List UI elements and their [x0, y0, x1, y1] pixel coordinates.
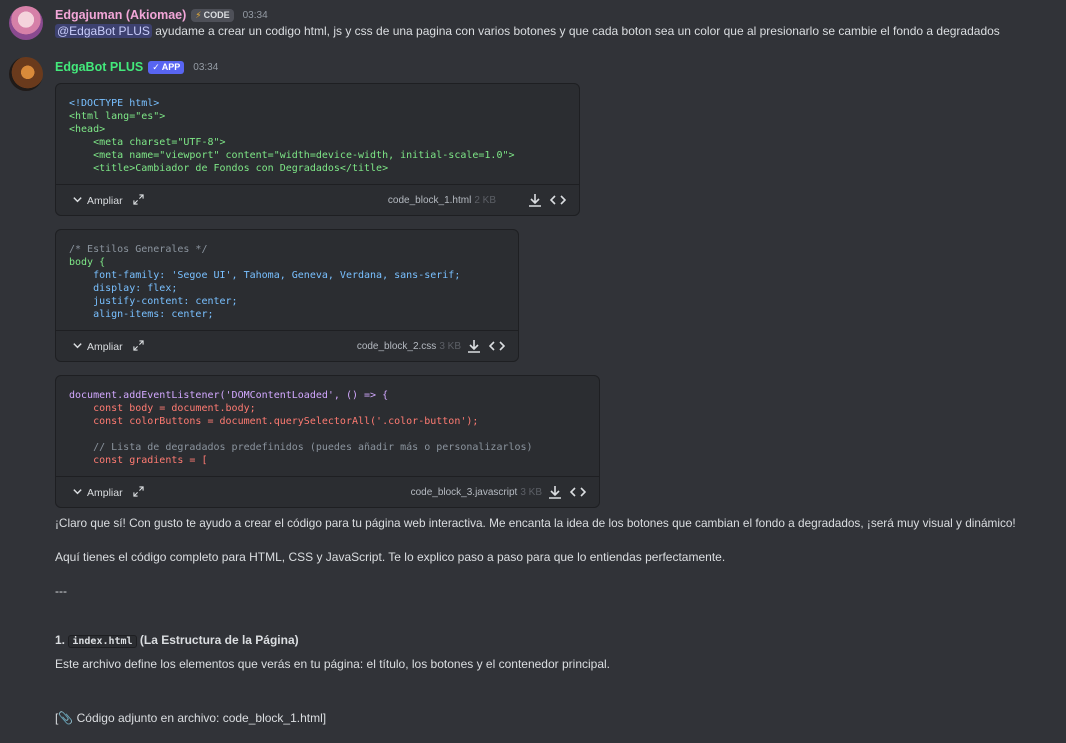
code-block: <!DOCTYPE html> <html lang="es"> <head> … [55, 83, 580, 216]
code-block-footer: Ampliar code_block_3.javascript 3 KB [56, 476, 599, 507]
username[interactable]: EdgaBot PLUS [55, 60, 143, 74]
expand-label: Ampliar [87, 341, 123, 353]
response-paragraph: Aquí tienes el código completo para HTML… [55, 550, 726, 564]
chevron-down-icon [72, 486, 83, 500]
code-icon[interactable] [569, 483, 587, 501]
code-block: /* Estilos Generales */ body { font-fami… [55, 229, 519, 362]
message-header: EdgaBot PLUS ✓ APP 03:34 [55, 60, 218, 74]
code-content: document.addEventListener('DOMContentLoa… [69, 390, 533, 466]
code-content: <!DOCTYPE html> <html lang="es"> <head> … [69, 98, 515, 174]
response-paragraph: ¡Claro que sí! Con gusto te ayudo a crea… [55, 516, 1016, 530]
message-header: Edgajuman (Akiomae) ⚡ CODE 03:34 [55, 8, 268, 22]
attachment-note: [📎 Código adjunto en archivo: code_block… [55, 711, 327, 725]
expand-icon [132, 340, 144, 354]
chevron-down-icon [72, 340, 83, 354]
expand-icon [132, 486, 144, 500]
badge-label: APP [161, 62, 181, 72]
code-badge[interactable]: ⚡ CODE [191, 8, 234, 22]
expand-label: Ampliar [87, 487, 123, 499]
message-text: @EdgaBot PLUS ayudame a crear un codigo … [55, 24, 1000, 38]
code-block: document.addEventListener('DOMContentLoa… [55, 375, 600, 508]
timestamp: 03:34 [193, 61, 219, 73]
download-icon[interactable] [526, 191, 544, 209]
code-block-footer: Ampliar code_block_1.html 2 KB [56, 184, 579, 215]
expand-label: Ampliar [87, 195, 123, 207]
expand-button[interactable]: Ampliar [72, 194, 144, 208]
file-name: code_block_1.html 2 KB [387, 195, 496, 206]
expand-button[interactable]: Ampliar [72, 486, 144, 500]
check-icon: ✓ [152, 61, 160, 72]
download-icon[interactable] [546, 483, 564, 501]
username[interactable]: Edgajuman (Akiomae) [55, 8, 186, 22]
file-name: code_block_2.css 3 KB [356, 341, 461, 352]
download-icon[interactable] [465, 337, 483, 355]
code-icon[interactable] [488, 337, 506, 355]
code-icon[interactable] [549, 191, 567, 209]
message-content: ayudame a crear un codigo html, js y css… [155, 24, 1000, 38]
badge-label: CODE [203, 10, 230, 20]
expand-icon [132, 194, 144, 208]
chevron-down-icon [72, 194, 83, 208]
app-badge: ✓ APP [148, 60, 185, 74]
mention[interactable]: @EdgaBot PLUS [55, 24, 152, 38]
avatar[interactable] [9, 6, 43, 40]
response-paragraph: Este archivo define los elementos que ve… [55, 657, 611, 671]
separator: --- [55, 584, 67, 598]
code-content: /* Estilos Generales */ body { font-fami… [69, 244, 461, 320]
file-name: code_block_3.javascript 3 KB [410, 487, 542, 498]
timestamp: 03:34 [242, 9, 268, 21]
expand-button[interactable]: Ampliar [72, 340, 144, 354]
bolt-icon: ⚡ [195, 9, 202, 20]
section-heading: 1. index.html (La Estructura de la Págin… [55, 633, 299, 648]
avatar[interactable] [9, 57, 43, 91]
code-block-footer: Ampliar code_block_2.css 3 KB [56, 330, 518, 361]
